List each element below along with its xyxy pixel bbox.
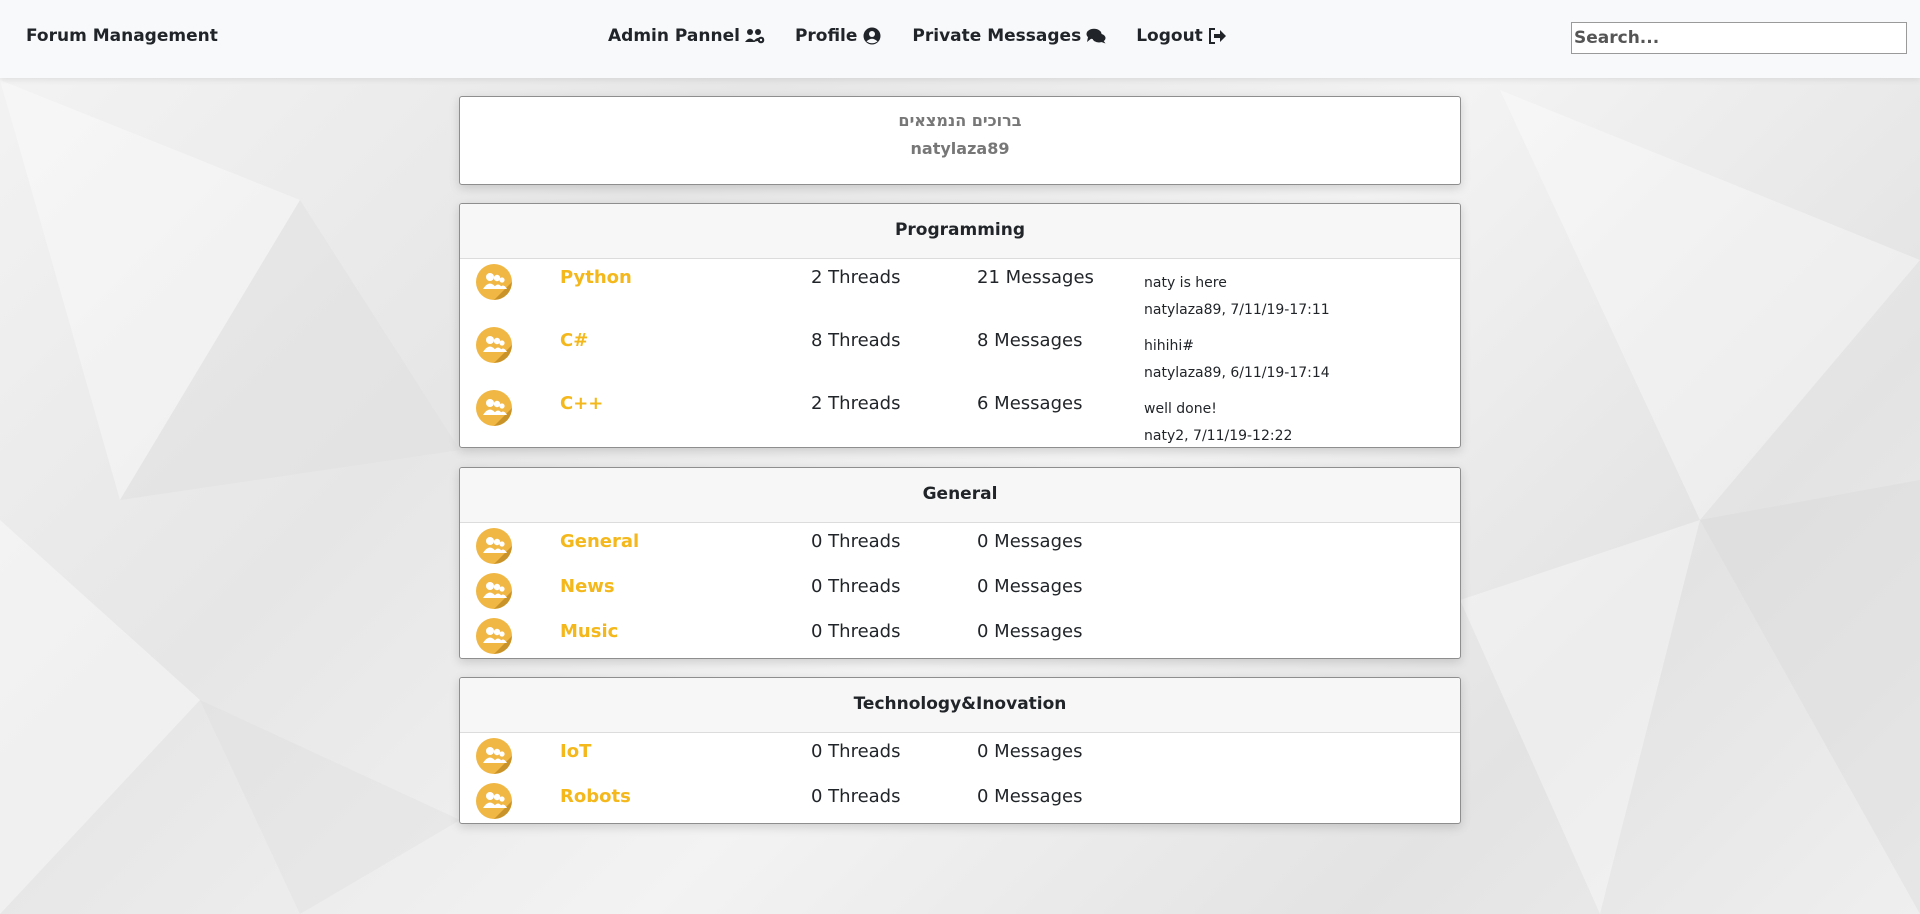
category-card-general: General General 0 Threads 0 Messages New…: [459, 467, 1461, 659]
forum-users-icon: [476, 573, 512, 609]
last-post: well done! naty2, 7/11/19-12:22: [1144, 396, 1293, 447]
category-title: Programming: [460, 204, 1460, 259]
forum-users-icon: [476, 528, 512, 564]
forum-row: C++ 2 Threads 6 Messages well done! naty…: [460, 385, 1460, 447]
forum-row: Music 0 Threads 0 Messages: [460, 613, 1460, 658]
message-count: 21 Messages: [977, 267, 1094, 288]
last-post: naty is here natylaza89, 7/11/19-17:11: [1144, 270, 1330, 324]
last-post-meta: naty2, 7/11/19-12:22: [1144, 428, 1293, 444]
forum-row: News 0 Threads 0 Messages: [460, 568, 1460, 613]
forum-row: C# 8 Threads 8 Messages hihihi# natylaza…: [460, 322, 1460, 385]
message-count: 8 Messages: [977, 330, 1083, 351]
forum-users-icon: [476, 264, 512, 300]
message-count: 0 Messages: [977, 576, 1083, 597]
comments-icon: [1086, 27, 1106, 45]
nav-logout[interactable]: Logout: [1136, 26, 1228, 46]
forum-link-python[interactable]: Python: [560, 267, 632, 288]
thread-count: 0 Threads: [811, 741, 901, 762]
last-post-text[interactable]: hihihi#: [1144, 333, 1330, 360]
nav-logout-label: Logout: [1136, 26, 1203, 46]
last-post-text[interactable]: well done!: [1144, 396, 1292, 423]
last-post-meta: natylaza89, 6/11/19-17:14: [1144, 365, 1330, 381]
forum-users-icon: [476, 783, 512, 819]
welcome-username: natylaza89: [910, 139, 1010, 158]
nav-private-messages-label: Private Messages: [912, 26, 1082, 46]
nav-profile[interactable]: Profile: [795, 26, 882, 46]
forum-link-csharp[interactable]: C#: [560, 330, 588, 351]
thread-count: 0 Threads: [811, 786, 901, 807]
last-post: hihihi# natylaza89, 6/11/19-17:14: [1144, 333, 1330, 387]
forum-link-iot[interactable]: IoT: [560, 741, 591, 762]
forum-row: General 0 Threads 0 Messages: [460, 523, 1460, 568]
last-post-text[interactable]: naty is here: [1144, 270, 1330, 297]
nav-admin-panel[interactable]: Admin Pannel: [608, 26, 765, 46]
forum-link-general[interactable]: General: [560, 531, 639, 552]
message-count: 0 Messages: [977, 741, 1083, 762]
search-input[interactable]: [1571, 22, 1907, 54]
nav-profile-label: Profile: [794, 26, 858, 46]
thread-count: 2 Threads: [811, 393, 901, 414]
thread-count: 2 Threads: [811, 267, 901, 288]
message-count: 6 Messages: [977, 393, 1083, 414]
category-title: Technology&Inovation: [460, 678, 1460, 733]
last-post-meta: natylaza89, 7/11/19-17:11: [1144, 302, 1330, 318]
sign-out-icon: [1208, 27, 1228, 45]
forum-link-cpp[interactable]: C++: [560, 393, 603, 414]
forum-link-music[interactable]: Music: [560, 621, 618, 642]
nav-links: Admin Pannel Profile Private Messages Lo…: [608, 26, 1228, 46]
message-count: 0 Messages: [977, 531, 1083, 552]
forum-link-robots[interactable]: Robots: [560, 786, 631, 807]
forum-users-icon: [476, 618, 512, 654]
forum-users-icon: [476, 738, 512, 774]
forum-row: Python 2 Threads 21 Messages naty is her…: [460, 259, 1460, 322]
thread-count: 8 Threads: [811, 330, 901, 351]
forum-link-news[interactable]: News: [560, 576, 615, 597]
thread-count: 0 Threads: [811, 621, 901, 642]
users-cog-icon: [744, 27, 765, 45]
message-count: 0 Messages: [977, 786, 1083, 807]
thread-count: 0 Threads: [811, 576, 901, 597]
forum-row: Robots 0 Threads 0 Messages: [460, 778, 1460, 823]
forum-users-icon: [476, 327, 512, 363]
top-navbar: Forum Management Admin Pannel Profile Pr…: [0, 0, 1920, 78]
category-title: General: [460, 468, 1460, 523]
message-count: 0 Messages: [977, 621, 1083, 642]
welcome-greeting: ברוכים הנמצאים: [898, 111, 1022, 130]
category-card-programming: Programming Python 2 Threads 21 Messages…: [459, 203, 1461, 448]
forum-users-icon: [476, 390, 512, 426]
category-card-technology: Technology&Inovation IoT 0 Threads 0 Mes…: [459, 677, 1461, 824]
brand-link[interactable]: Forum Management: [26, 26, 218, 46]
thread-count: 0 Threads: [811, 531, 901, 552]
welcome-card: ברוכים הנמצאים natylaza89: [459, 96, 1461, 185]
nav-admin-panel-label: Admin Pannel: [608, 26, 740, 46]
nav-private-messages[interactable]: Private Messages: [912, 26, 1106, 46]
forum-row: IoT 0 Threads 0 Messages: [460, 733, 1460, 778]
user-circle-icon: [862, 27, 882, 45]
